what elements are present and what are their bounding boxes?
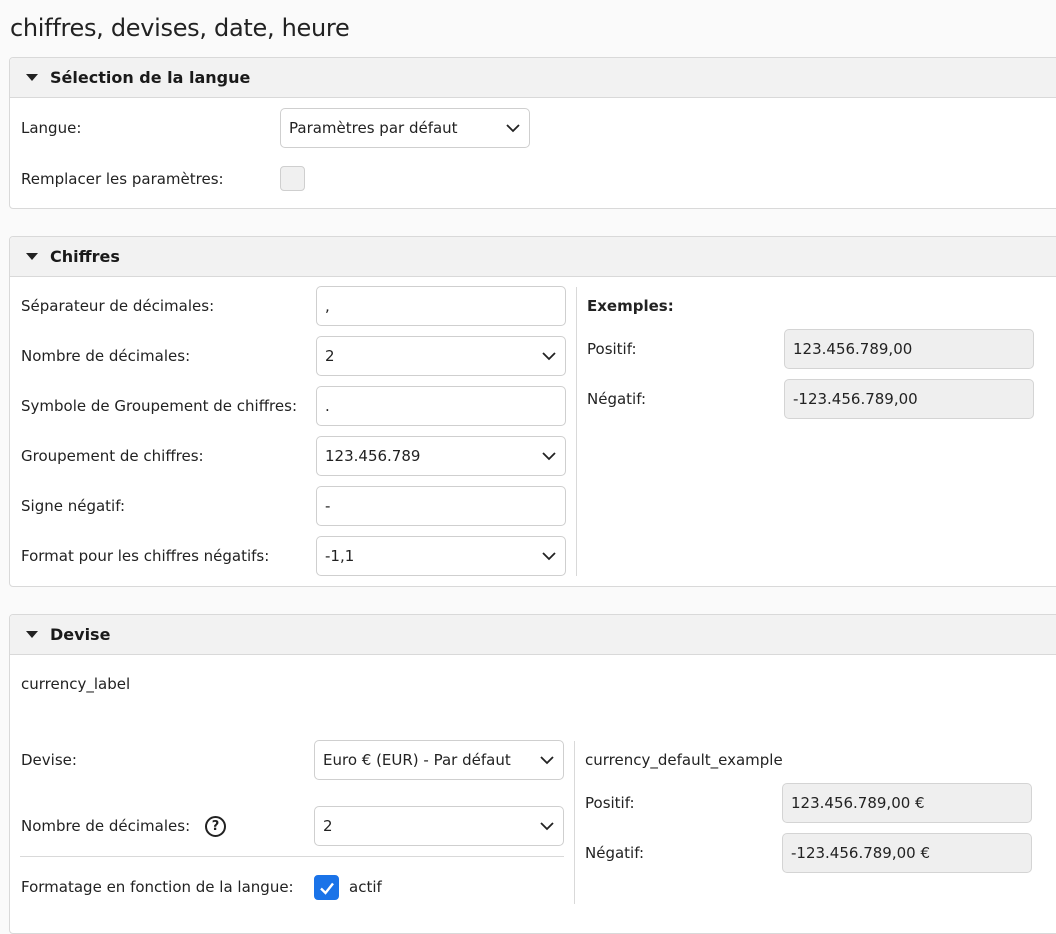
numbers-panel-title: Chiffres [50, 247, 120, 266]
currency-select[interactable]: Euro € (EUR) - Par défaut [314, 740, 564, 780]
negative-example-value: -123.456.789,00 [793, 390, 918, 408]
grouping-symbol-label: Symbole de Groupement de chiffres: [21, 397, 297, 415]
currency-positive-value: 123.456.789,00 € [791, 794, 925, 812]
language-panel-header[interactable]: Sélection de la langue [10, 58, 1056, 98]
grouping-select-value: 123.456.789 [325, 447, 421, 465]
language-label: Langue: [21, 119, 82, 137]
currency-row-divider [20, 856, 564, 857]
negative-example-label: Négatif: [587, 390, 647, 408]
currency-label-text: currency_label [21, 675, 131, 693]
chevron-down-icon [540, 822, 554, 831]
currency-negative-label: Négatif: [585, 844, 645, 862]
decimals-select-value: 2 [325, 347, 335, 365]
negative-format-label: Format pour les chiffres négatifs: [21, 547, 270, 565]
negative-sign-input[interactable]: - [316, 486, 566, 526]
decimals-select[interactable]: 2 [316, 336, 566, 376]
currency-decimals-label: Nombre de décimales: [21, 817, 191, 835]
chevron-down-icon [542, 452, 556, 461]
currency-decimals-select-value: 2 [323, 817, 333, 835]
grouping-label: Groupement de chiffres: [21, 447, 204, 465]
question-circle-icon[interactable]: ? [205, 816, 226, 837]
numbers-column-divider [576, 287, 577, 576]
negative-format-select[interactable]: -1,1 [316, 536, 566, 576]
lang-format-value: actif [349, 878, 382, 896]
currency-positive-field: 123.456.789,00 € [782, 783, 1032, 823]
override-checkbox[interactable] [280, 166, 305, 191]
grouping-select[interactable]: 123.456.789 [316, 436, 566, 476]
grouping-symbol-value: . [325, 397, 330, 415]
decimal-separator-value: , [325, 297, 330, 315]
chevron-down-icon [542, 352, 556, 361]
negative-format-select-value: -1,1 [325, 547, 355, 565]
currency-select-value: Euro € (EUR) - Par défaut [323, 751, 511, 769]
check-icon [319, 882, 334, 895]
language-select-value: Paramètres par défaut [289, 119, 458, 137]
negative-sign-value: - [325, 497, 331, 515]
positive-example-label: Positif: [587, 340, 637, 358]
decimal-separator-label: Séparateur de décimales: [21, 297, 215, 315]
language-panel-title: Sélection de la langue [50, 68, 251, 87]
grouping-symbol-input[interactable]: . [316, 386, 566, 426]
currency-negative-field: -123.456.789,00 € [782, 833, 1032, 873]
currency-panel-header[interactable]: Devise [10, 615, 1056, 655]
chevron-down-icon [506, 124, 520, 133]
positive-example-field: 123.456.789,00 [784, 329, 1034, 369]
currency-field-label: Devise: [21, 751, 77, 769]
chevron-down-icon [542, 552, 556, 561]
chevron-down-icon [540, 756, 554, 765]
currency-default-example-title: currency_default_example [585, 751, 783, 769]
override-label: Remplacer les paramètres: [21, 170, 224, 188]
caret-down-icon [26, 631, 38, 638]
caret-down-icon [26, 253, 38, 260]
decimals-label: Nombre de décimales: [21, 347, 191, 365]
numbers-panel-header[interactable]: Chiffres [10, 237, 1056, 277]
currency-negative-value: -123.456.789,00 € [791, 844, 931, 862]
lang-format-label: Formatage en fonction de la langue: [21, 878, 294, 896]
caret-down-icon [26, 74, 38, 81]
examples-title: Exemples: [587, 297, 674, 315]
lang-format-checkbox[interactable] [314, 875, 339, 900]
negative-sign-label: Signe négatif: [21, 497, 126, 515]
currency-positive-label: Positif: [585, 794, 635, 812]
currency-panel-title: Devise [50, 625, 111, 644]
currency-decimals-select[interactable]: 2 [314, 806, 564, 846]
decimal-separator-input[interactable]: , [316, 286, 566, 326]
page-title: chiffres, devises, date, heure [10, 14, 350, 42]
negative-example-field: -123.456.789,00 [784, 379, 1034, 419]
language-select[interactable]: Paramètres par défaut [280, 108, 530, 148]
currency-column-divider [574, 741, 575, 904]
positive-example-value: 123.456.789,00 [793, 340, 913, 358]
